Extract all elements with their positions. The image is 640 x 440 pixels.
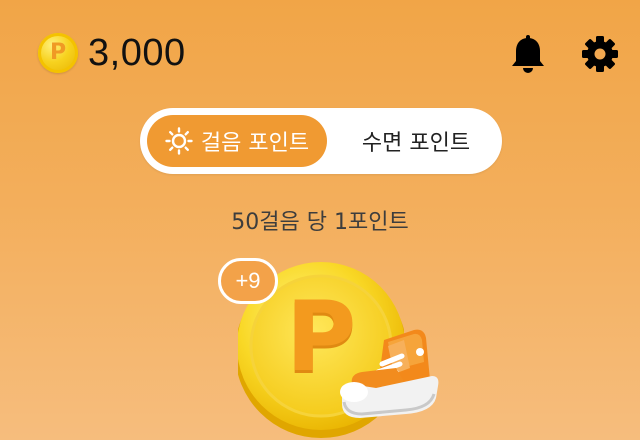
point-type-toggle: 걸음 포인트 수면 포인트 — [140, 108, 502, 174]
tab-sleep-points[interactable]: 수면 포인트 — [336, 115, 496, 167]
sneaker-icon — [340, 329, 439, 418]
tab-step-points[interactable]: 걸음 포인트 — [147, 115, 327, 167]
settings-button[interactable] — [580, 34, 620, 74]
coin-icon: P — [38, 33, 78, 73]
bell-icon — [512, 35, 544, 73]
gear-icon — [582, 36, 618, 72]
points-earned-badge: +9 — [218, 258, 278, 304]
notification-button[interactable] — [508, 34, 548, 74]
points-value: 3,000 — [88, 31, 186, 74]
tab-step-points-label: 걸음 포인트 — [200, 131, 310, 156]
coin-symbol: P — [49, 40, 67, 65]
sun-icon — [165, 127, 193, 155]
tab-sleep-points-label: 수면 포인트 — [361, 131, 471, 156]
points-rate-text: 50걸음 당 1포인트 — [231, 210, 409, 235]
points-balance: P 3,000 — [38, 30, 186, 76]
